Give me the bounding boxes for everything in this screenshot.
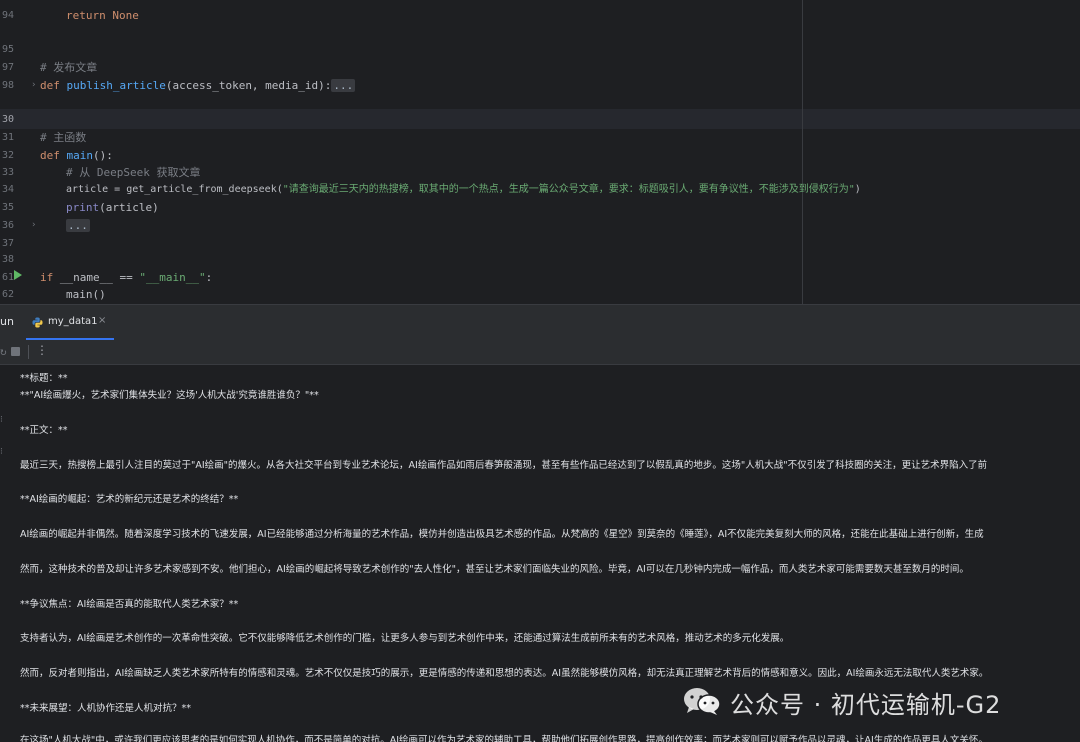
python-file-icon	[32, 317, 43, 328]
line-number-current: 30	[1, 114, 14, 125]
console-line: 最近三天，热搜榜上最引人注目的莫过于"AI绘画"的爆火。从各大社交平台到专业艺术…	[20, 460, 988, 471]
line-number-gutter[interactable]: 94 95 97 98 30 31 32 33 34 35 36 37 38 6…	[0, 0, 38, 304]
code-line: article = get_article_from_deepseek("请查询…	[66, 180, 861, 200]
function-name: main	[66, 149, 94, 162]
fold-arrow-icon[interactable]: ›	[31, 80, 36, 90]
console-left-gutter: ⁝ ⁝	[0, 365, 14, 742]
run-tool-window-header: un my_data1 ×	[0, 304, 1080, 341]
folded-code-marker[interactable]: ...	[331, 79, 356, 92]
code-line: ...	[66, 216, 90, 236]
function-name: publish_article	[66, 79, 166, 92]
console-line: **标题：**	[20, 373, 68, 384]
code-comment: # 主函数	[40, 131, 87, 144]
folded-code-marker[interactable]: ...	[66, 219, 90, 232]
rerun-icon[interactable]: ↻	[0, 345, 7, 358]
current-line-highlight	[0, 109, 1080, 129]
line-number: 34	[1, 184, 14, 195]
line-number: 98	[1, 80, 14, 91]
tab-my-data1[interactable]: my_data1 ×	[26, 305, 114, 341]
line-number: 36	[1, 220, 14, 231]
keyword: if	[40, 271, 54, 284]
line-number: 38	[1, 254, 14, 265]
code-line: print(article)	[66, 198, 159, 218]
code-text: )	[854, 184, 861, 195]
line-number: 37	[1, 238, 14, 249]
line-number: 62	[1, 289, 14, 300]
line-number: 97	[1, 62, 14, 73]
builtin-function: print	[66, 201, 100, 214]
keyword: return	[66, 9, 106, 22]
keyword: None	[112, 9, 139, 22]
line-number: 32	[1, 150, 14, 161]
fold-arrow-icon[interactable]: ›	[31, 220, 36, 230]
line-number: 61	[1, 272, 14, 283]
keyword: def	[40, 79, 60, 92]
console-line: AI绘画的崛起并非偶然。随着深度学习技术的飞速发展，AI已经能够通过分析海量的艺…	[20, 529, 984, 540]
console-line: 在这场"人机大战"中，或许我们更应该思考的是如何实现人机协作，而不是简单的对抗。…	[20, 735, 988, 742]
line-number: 95	[1, 44, 14, 55]
string-literal: "__main__"	[139, 271, 206, 284]
console-line: 然而，反对者则指出，AI绘画缺乏人类艺术家所特有的情感和灵魂。艺术不仅仅是技巧的…	[20, 668, 989, 679]
console-line: **正文：**	[20, 425, 68, 436]
more-vertical-icon[interactable]: ⋮	[36, 343, 48, 357]
code-editor[interactable]: 94 95 97 98 30 31 32 33 34 35 36 37 38 6…	[0, 0, 1080, 304]
console-line: **"AI绘画爆火，艺术家们集体失业？这场'人机大战'究竟谁胜谁负？"**	[20, 390, 319, 401]
code-line: return None	[66, 6, 139, 26]
wechat-watermark: 公众号 · 初代运输机-G2	[682, 680, 1072, 720]
stop-icon[interactable]	[11, 347, 20, 356]
code-line: def publish_article(access_token, media_…	[40, 76, 356, 96]
run-panel-title[interactable]: un	[0, 315, 14, 328]
console-line: **AI绘画的崛起：艺术的新纪元还是艺术的终结？**	[20, 494, 239, 505]
line-number: 31	[1, 132, 14, 143]
tab-label: my_data1	[48, 316, 98, 327]
console-line: 支持者认为，AI绘画是艺术创作的一次革命性突破。它不仅能够降低艺术创作的门槛，让…	[20, 633, 790, 644]
console-line: **未来展望：人机协作还是人机对抗？**	[20, 703, 192, 714]
line-number: 35	[1, 202, 14, 213]
keyword: def	[40, 149, 60, 162]
toolbar-separator	[28, 345, 29, 359]
console-gutter-mark: ⁝	[0, 447, 3, 457]
run-gutter-icon[interactable]	[14, 270, 22, 280]
code-line: main()	[66, 288, 106, 301]
run-toolbar: ↻ ⋮	[0, 340, 1080, 365]
code-text: :	[205, 271, 213, 284]
console-line: 然而，这种技术的普及却让许多艺术家感到不安。他们担心，AI绘画的崛起将导致艺术创…	[20, 564, 969, 575]
line-number: 94	[1, 10, 14, 21]
code-text: (article)	[99, 201, 159, 214]
line-number: 33	[1, 167, 14, 178]
function-params: (access_token, media_id):	[165, 79, 332, 92]
code-text: __name__ ==	[53, 271, 140, 284]
code-text: article = get_article_from_deepseek(	[66, 184, 283, 195]
code-comment: # 发布文章	[40, 61, 98, 74]
right-margin-guide	[802, 0, 803, 304]
console-gutter-mark: ⁝	[0, 415, 3, 425]
close-icon[interactable]: ×	[98, 315, 106, 326]
string-literal: "请查询最近三天内的热搜榜，取其中的一个热点，生成一篇公众号文章，要求：标题吸引…	[282, 184, 855, 195]
console-line: **争议焦点：AI绘画是否真的能取代人类艺术家？**	[20, 599, 239, 610]
watermark-text: 公众号 · 初代运输机-G2	[730, 691, 1002, 719]
wechat-logo-icon	[684, 688, 721, 715]
function-params: ():	[93, 149, 113, 162]
